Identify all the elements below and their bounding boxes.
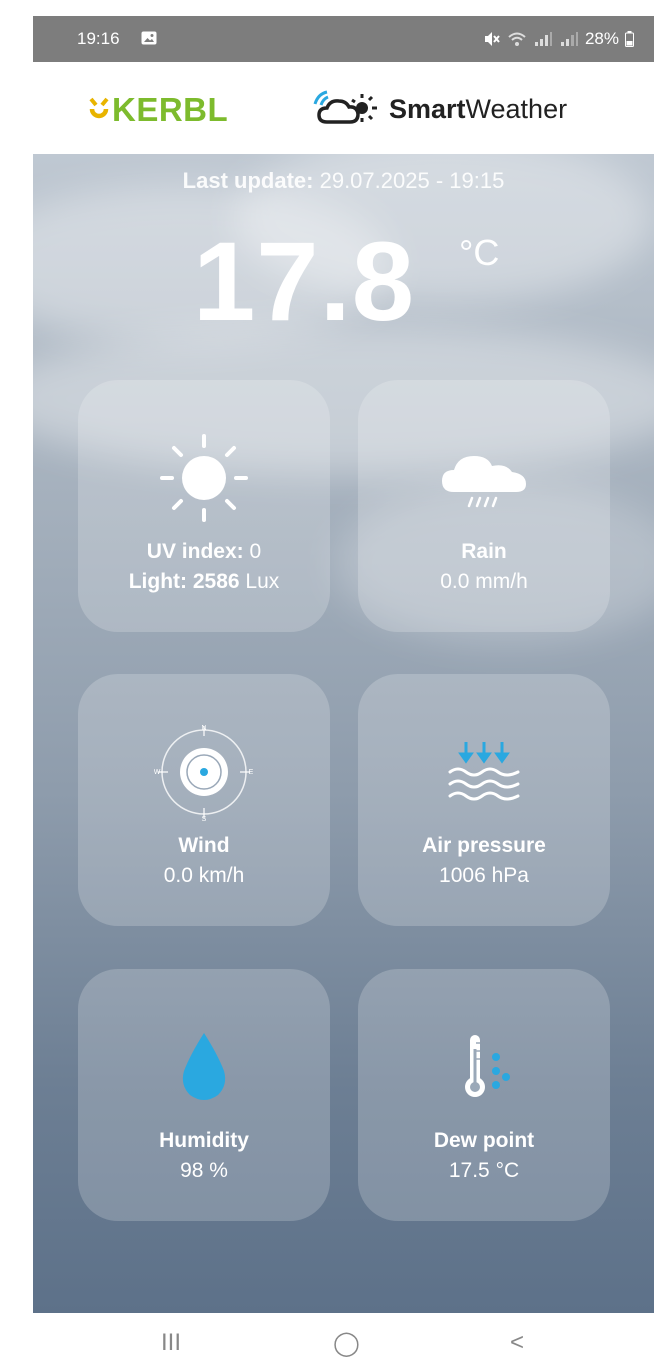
app-name-regular: Weather bbox=[465, 93, 568, 124]
rain-value: 0.0 mm/h bbox=[440, 570, 528, 593]
battery-percent: 28% bbox=[584, 29, 619, 48]
back-button[interactable]: < bbox=[510, 1329, 524, 1357]
air-pressure-tile[interactable]: Air pressure 1006 hPa bbox=[358, 674, 610, 926]
uv-index-value: 0 bbox=[249, 540, 262, 563]
app-header: KERBL SmartWeather bbox=[33, 62, 654, 154]
wind-tile[interactable]: N S W E Wind 0.0 km/h bbox=[78, 674, 330, 926]
recents-button[interactable]: III bbox=[161, 1329, 181, 1357]
status-time: 19:16 bbox=[77, 29, 120, 48]
battery-icon bbox=[625, 31, 634, 47]
dew-point-tile[interactable]: Dew point 17.5 °C bbox=[358, 969, 610, 1221]
brand-name: KERBL bbox=[112, 91, 229, 128]
water-drop-icon bbox=[182, 1033, 226, 1100]
air-pressure-value: 1006 hPa bbox=[439, 864, 529, 887]
svg-text:S: S bbox=[202, 816, 207, 822]
last-update: Last update: 29.07.2025 - 19:15 bbox=[33, 168, 654, 194]
uv-light-tile[interactable]: UV index: 0 Light: 2586 Lux bbox=[78, 380, 330, 632]
home-button[interactable]: ◯ bbox=[333, 1329, 360, 1358]
rain-label: Rain bbox=[461, 540, 507, 563]
sun-icon bbox=[160, 434, 248, 522]
temperature-value: 17.8 bbox=[193, 219, 415, 344]
light-label: Light: bbox=[128, 570, 188, 593]
compass-icon: N S W E bbox=[154, 725, 254, 822]
light-value: 2586 bbox=[192, 570, 240, 593]
app-name-bold: Smart bbox=[389, 93, 466, 124]
cloud-sun-wifi-icon bbox=[313, 90, 377, 124]
temperature-unit: °C bbox=[459, 232, 500, 273]
svg-text:N: N bbox=[201, 725, 206, 732]
dew-point-label: Dew point bbox=[433, 1129, 535, 1152]
humidity-tile[interactable]: Humidity 98 % bbox=[78, 969, 330, 1221]
rain-tile[interactable]: Rain 0.0 mm/h bbox=[358, 380, 610, 632]
image-icon bbox=[141, 31, 157, 45]
light-unit: Lux bbox=[245, 570, 280, 593]
kerbl-logo: KERBL bbox=[88, 90, 228, 130]
wind-value: 0.0 km/h bbox=[163, 864, 245, 887]
signal-icon bbox=[534, 32, 552, 46]
signal-icon bbox=[560, 32, 578, 46]
humidity-value: 98 % bbox=[180, 1159, 228, 1182]
rain-cloud-icon bbox=[442, 456, 526, 508]
wind-label: Wind bbox=[178, 834, 230, 857]
svg-text:W: W bbox=[154, 769, 161, 776]
svg-text:E: E bbox=[249, 769, 254, 776]
humidity-label: Humidity bbox=[159, 1129, 249, 1152]
system-nav-bar: III ◯ < bbox=[33, 1313, 654, 1361]
wifi-icon bbox=[508, 32, 526, 46]
uv-index-label: UV index: bbox=[146, 540, 244, 563]
mute-icon bbox=[484, 32, 500, 46]
kerbl-horseshoe-icon bbox=[89, 97, 109, 119]
weather-panel: Last update: 29.07.2025 - 19:15 17.8 °C … bbox=[33, 154, 654, 1313]
pressure-icon bbox=[448, 742, 520, 801]
air-pressure-label: Air pressure bbox=[422, 834, 546, 857]
status-bar: 19:16 28% bbox=[33, 16, 654, 62]
last-update-label: Last update: bbox=[182, 168, 314, 193]
smartweather-logo: SmartWeather bbox=[305, 86, 567, 132]
last-update-value: 29.07.2025 - 19:15 bbox=[319, 168, 505, 193]
thermometer-drops-icon bbox=[465, 1035, 510, 1097]
dew-point-value: 17.5 °C bbox=[448, 1159, 520, 1182]
